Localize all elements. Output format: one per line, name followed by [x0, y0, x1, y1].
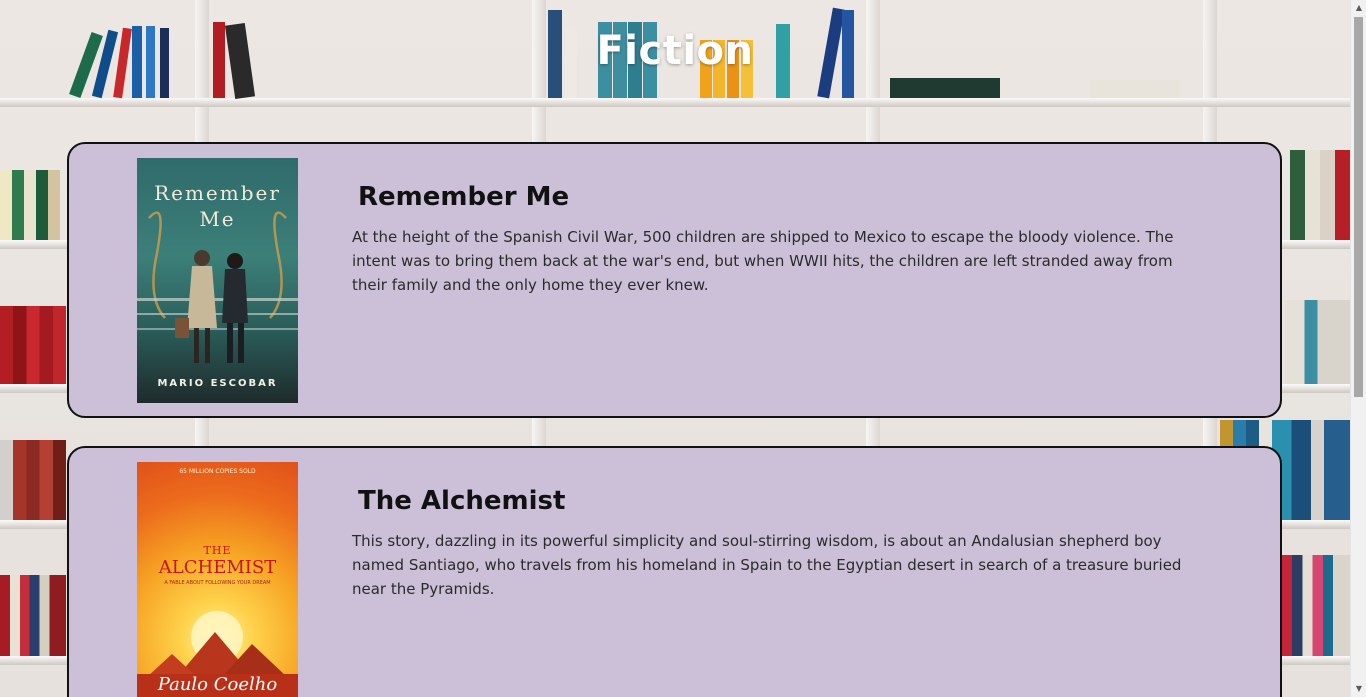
book-description: At the height of the Spanish Civil War, … [352, 228, 1174, 294]
book-cover-image[interactable]: Remember Me MARIO ESCOBAR [137, 158, 298, 403]
book-card: Remember Me MARIO ESCOBAR Remember Me At… [67, 142, 1282, 418]
book-cover-image[interactable]: 65 MILLION COPIES SOLD THE ALCHEMIST A F… [137, 462, 298, 697]
book-row [0, 440, 66, 520]
cover-title-the: THE [203, 544, 232, 557]
cover-author: MARIO ESCOBAR [157, 378, 278, 389]
book-description: This story, dazzling in its powerful sim… [352, 532, 1182, 598]
cover-tagline: A FABLE ABOUT FOLLOWING YOUR DREAM [164, 580, 271, 586]
book-row [0, 306, 66, 384]
scrollbar-thumb[interactable] [1354, 17, 1363, 397]
book-row [1285, 300, 1350, 384]
book-row [1290, 150, 1350, 240]
cover-title-line1: Remember [154, 181, 281, 205]
vertical-scrollbar[interactable]: ▲ ▼ [1350, 0, 1366, 697]
cover-tagline [137, 163, 298, 169]
book-title: The Alchemist [358, 486, 566, 516]
page-title: Fiction [596, 28, 754, 74]
shelf-board [0, 98, 1350, 107]
book-stack [1090, 80, 1180, 98]
scroll-up-arrow-icon[interactable]: ▲ [1351, 0, 1366, 16]
book-row [0, 575, 66, 656]
cover-top-text: 65 MILLION COPIES SOLD [179, 468, 256, 475]
cover-title-line2: Me [199, 207, 236, 231]
cover-title: ALCHEMIST [158, 557, 277, 578]
book-row [1282, 555, 1350, 656]
scroll-down-arrow-icon[interactable]: ▼ [1351, 681, 1366, 697]
book-card: 65 MILLION COPIES SOLD THE ALCHEMIST A F… [67, 446, 1282, 697]
book-row [0, 170, 60, 240]
book-stack [890, 78, 1000, 98]
cover-title: Remember Me [137, 180, 298, 232]
cover-author: Paulo Coelho [157, 674, 278, 695]
book-title: Remember Me [358, 182, 570, 212]
